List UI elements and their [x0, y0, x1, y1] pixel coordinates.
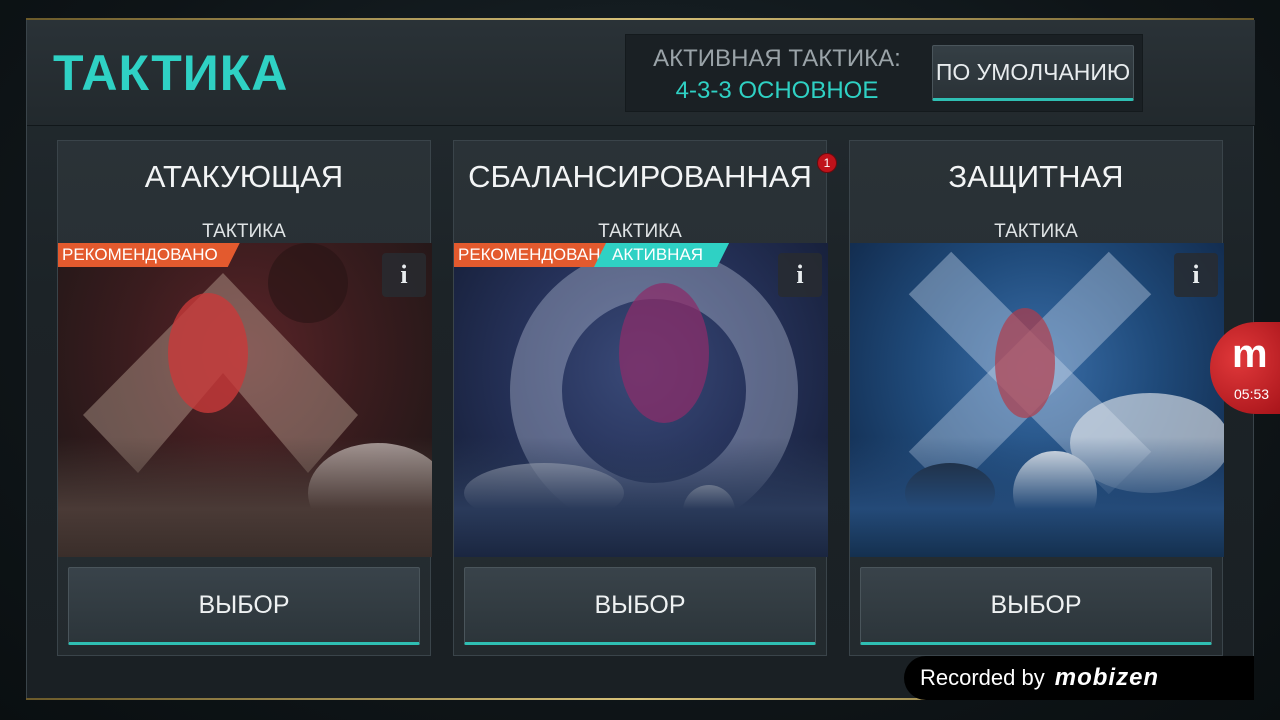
card-subtitle: ТАКТИКА [598, 221, 682, 242]
tactic-card-defensive[interactable]: ЗАЩИТНАЯ ТАКТИКА i ВЫБОР [849, 140, 1224, 656]
recorded-by-watermark: Recorded by mobizen [904, 656, 1254, 700]
header: ТАКТИКА АКТИВНАЯ ТАКТИКА: 4-3-3 ОСНОВНОЕ… [27, 20, 1255, 126]
turf [58, 437, 432, 557]
page-title: ТАКТИКА [53, 45, 289, 101]
active-tactic-box: АКТИВНАЯ ТАКТИКА: 4-3-3 ОСНОВНОЕ ПО УМОЛ… [625, 34, 1143, 112]
game-screen: ТАКТИКА АКТИВНАЯ ТАКТИКА: 4-3-3 ОСНОВНОЕ… [0, 0, 1280, 720]
card-subtitle: ТАКТИКА [994, 221, 1078, 242]
balanced-image: РЕКОМЕНДОВАНО АКТИВНАЯ i [454, 243, 828, 557]
attacking-image: РЕКОМЕНДОВАНО i [58, 243, 432, 557]
recommended-tag: РЕКОМЕНДОВАНО [58, 243, 240, 267]
recorded-text: Recorded by [920, 665, 1045, 690]
info-button[interactable]: i [1174, 253, 1218, 297]
info-button[interactable]: i [382, 253, 426, 297]
tactic-card-balanced[interactable]: СБАЛАНСИРОВАННАЯ ТАКТИКА РЕКОМЕНДОВАНО А… [453, 140, 828, 656]
card-subtitle: ТАКТИКА [202, 221, 286, 242]
turf [850, 437, 1224, 557]
select-button[interactable]: ВЫБОР [68, 567, 420, 645]
tactic-card-attacking[interactable]: АТАКУЮЩАЯ ТАКТИКА РЕКОМЕНДОВАНО i ВЫБОР [57, 140, 432, 656]
card-title: АТАКУЮЩАЯ [144, 159, 344, 194]
record-timer: 05:53 [1234, 386, 1270, 402]
default-button[interactable]: ПО УМОЛЧАНИЮ [932, 45, 1134, 101]
mobizen-logo-icon: m [1232, 332, 1268, 376]
active-tag: АКТИВНАЯ [594, 243, 729, 267]
defensive-image: i [850, 243, 1224, 557]
active-tactic-label: АКТИВНАЯ ТАКТИКА: [653, 45, 901, 72]
info-button[interactable]: i [778, 253, 822, 297]
select-button[interactable]: ВЫБОР [860, 567, 1212, 645]
card-title: СБАЛАНСИРОВАННАЯ [468, 159, 812, 194]
card-title: ЗАЩИТНАЯ [948, 159, 1124, 194]
select-button[interactable]: ВЫБОР [464, 567, 816, 645]
turf [454, 437, 828, 557]
notification-badge: 1 [817, 153, 837, 173]
active-tactic-value: 4-3-3 ОСНОВНОЕ [675, 77, 879, 104]
mobizen-brand: mobizen [1054, 664, 1160, 691]
